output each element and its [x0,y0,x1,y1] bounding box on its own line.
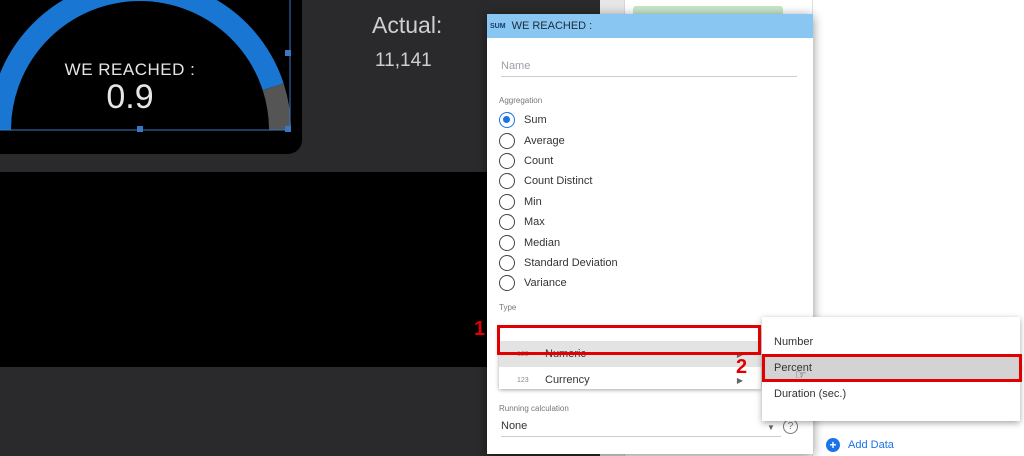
step-number-2: 2 [736,356,748,378]
aggregation-label: Aggregation [499,96,543,105]
aggregation-option-label: Max [524,216,545,229]
selection-handle [285,126,291,132]
submenu-option-duration[interactable]: Duration (sec.) [762,381,1020,407]
radio-button[interactable] [499,214,515,231]
aggregation-option[interactable]: Median [499,232,618,252]
radio-button[interactable] [499,152,515,169]
aggregation-radio-group: Sum Average Count Count Distinct Min Max Media… [499,110,618,294]
aggregation-option-label: Count [524,154,554,167]
aggregation-option-label: Standard Deviation [524,256,618,269]
running-calculation-select[interactable]: None [501,420,781,437]
radio-button[interactable] [499,193,515,210]
gauge-label: WE REACHED : [64,60,196,79]
sum-badge: SUM [490,22,506,30]
radio-button[interactable] [499,234,515,251]
dropdown-caret-icon: ▼ [767,423,775,432]
type-option-currency[interactable]: 123 Currency ▶ [499,367,761,393]
add-data-button[interactable]: + Add Data [826,438,894,452]
running-calculation-label: Running calculation [499,404,569,413]
highlight-box-numeric [497,325,761,355]
aggregation-option[interactable]: Max [499,212,618,232]
gauge-track-arc [262,83,291,131]
add-data-label: Add Data [848,439,894,451]
selection-handle [285,50,291,56]
aggregation-option-label: Median [524,236,561,249]
submenu-option-number[interactable]: Number [762,329,1020,355]
aggregation-option[interactable]: Variance [499,273,618,293]
aggregation-option[interactable]: Min [499,192,618,212]
numeric-type-icon: 123 [517,376,529,384]
aggregation-option-label: Sum [524,114,547,127]
actual-label: Actual: [372,12,443,38]
radio-button[interactable] [499,254,515,271]
name-input[interactable]: Name [501,60,797,77]
actual-value: 11,141 [375,50,432,71]
step-number-1: 1 [474,318,486,340]
aggregation-option-label: Min [524,195,542,208]
aggregation-option[interactable]: Sum [499,110,618,130]
aggregation-option[interactable]: Standard Deviation [499,253,618,273]
radio-button[interactable] [499,173,515,190]
aggregation-option[interactable]: Average [499,130,618,150]
selection-handle [137,126,143,132]
highlight-box-percent [762,354,1022,382]
radio-button[interactable] [499,132,515,149]
aggregation-option-label: Variance [524,277,567,290]
dialog-header: SUM WE REACHED : [487,14,813,38]
add-circle-icon: + [826,438,840,452]
radio-button[interactable] [499,275,515,292]
type-option-label: Currency [545,374,590,386]
aggregation-option-label: Average [524,134,565,147]
gauge-chart-card[interactable]: WE REACHED : 0.9 [0,0,302,154]
aggregation-option-label: Count Distinct [524,175,593,188]
aggregation-option[interactable]: Count Distinct [499,171,618,191]
gauge-value: 0.9 [106,78,154,116]
radio-button[interactable] [499,112,515,129]
aggregation-option[interactable]: Count [499,151,618,171]
type-label: Type [499,303,517,312]
dialog-title: WE REACHED : [511,20,593,32]
help-icon[interactable]: ? [783,419,798,434]
